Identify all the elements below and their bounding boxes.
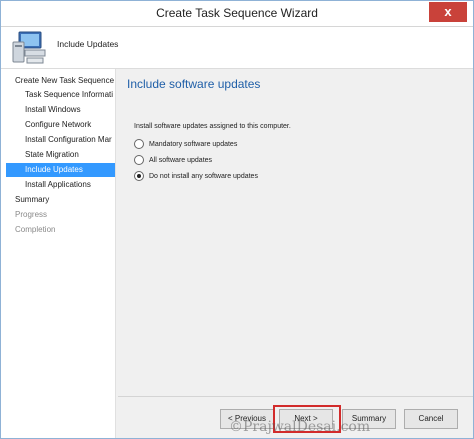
option-all-updates[interactable]: All software updates: [134, 154, 212, 166]
option-mandatory-updates[interactable]: Mandatory software updates: [134, 138, 237, 150]
step-progress: Progress: [15, 210, 48, 219]
radio-label: Do not install any software updates: [149, 172, 258, 180]
step-install-windows[interactable]: Install Windows: [25, 103, 115, 117]
close-button[interactable]: x: [429, 2, 467, 22]
wizard-content: Include software updates Install softwar…: [118, 69, 473, 394]
radio-button-selected[interactable]: [134, 171, 144, 181]
radio-label: Mandatory software updates: [149, 140, 238, 148]
wizard-window: Create Task Sequence Wizard x Include Up…: [0, 0, 474, 439]
step-state-migration[interactable]: State Migration: [25, 148, 115, 162]
wizard-steps-sidebar: Create New Task Sequence Task Sequence I…: [1, 69, 116, 438]
radio-button[interactable]: [134, 139, 144, 149]
footer-divider: [118, 396, 473, 397]
radio-label: All software updates: [149, 156, 213, 164]
computer-icon: [11, 30, 51, 71]
step-summary[interactable]: Summary: [15, 193, 115, 207]
step-task-sequence-information[interactable]: Task Sequence Informati: [25, 88, 115, 102]
close-icon: x: [444, 4, 452, 19]
header-title: Include Updates: [57, 39, 119, 49]
step-configure-network[interactable]: Configure Network: [25, 118, 115, 132]
step-include-updates[interactable]: Include Updates: [6, 163, 115, 177]
window-title: Create Task Sequence Wizard: [156, 6, 318, 20]
step-completion: Completion: [15, 225, 56, 234]
cancel-button[interactable]: Cancel: [404, 409, 458, 429]
instruction-text: Install software updates assigned to thi…: [134, 123, 291, 130]
option-no-updates[interactable]: Do not install any software updates: [134, 170, 258, 182]
watermark: ©PrajwalDesai.com: [229, 419, 371, 435]
step-create-new-task-sequence[interactable]: Create New Task Sequence: [15, 74, 115, 88]
step-install-applications[interactable]: Install Applications: [25, 178, 115, 192]
title-bar[interactable]: Create Task Sequence Wizard x: [1, 1, 473, 27]
page-title: Include software updates: [127, 77, 261, 91]
step-install-configuration-manager[interactable]: Install Configuration Mar: [25, 133, 115, 147]
radio-button[interactable]: [134, 155, 144, 165]
wizard-header: Include Updates: [1, 27, 473, 69]
